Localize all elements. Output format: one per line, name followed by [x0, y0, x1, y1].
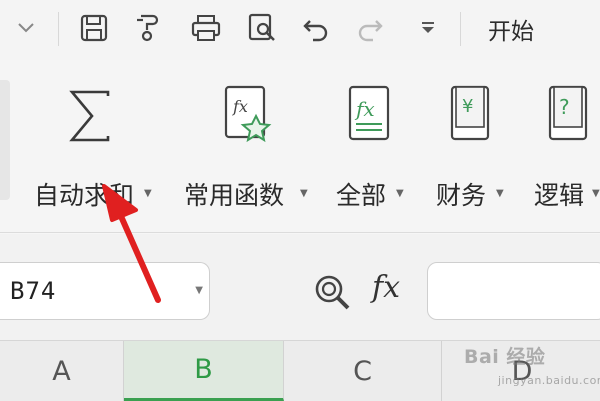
finance-label: 财务	[436, 181, 487, 210]
name-box[interactable]: B74 ▼	[0, 262, 210, 320]
formula-ribbon: 自动求和 ▼ fx 常用函数 ▼ fx 全部 ▼ ¥ 财务 ▼ ? 逻辑 ▼	[0, 60, 600, 233]
quick-access-toolbar: 开始	[0, 0, 600, 60]
toolbar-divider	[58, 12, 59, 46]
logic-icon: ?	[546, 84, 592, 148]
formula-input[interactable]	[427, 262, 600, 320]
formula-bar: B74 ▼ fx	[0, 234, 600, 340]
print-preview-icon[interactable]	[244, 8, 280, 48]
save-icon[interactable]	[76, 8, 112, 48]
undo-icon[interactable]	[298, 8, 334, 48]
all-functions-dropdown-icon[interactable]: ▼	[396, 188, 404, 199]
common-functions-dropdown-icon[interactable]: ▼	[300, 188, 308, 199]
common-functions-label: 常用函数	[184, 181, 285, 210]
finance-dropdown-icon[interactable]: ▼	[496, 188, 504, 199]
logic-label: 逻辑	[534, 181, 585, 210]
tab-start[interactable]: 开始	[488, 12, 534, 46]
common-functions-button[interactable]: fx 常用函数 ▼	[184, 82, 314, 232]
svg-text:fx: fx	[232, 97, 248, 116]
all-functions-icon: fx	[346, 84, 392, 148]
print-icon[interactable]	[188, 8, 224, 48]
logic-button[interactable]: ? 逻辑 ▼	[534, 82, 600, 232]
name-box-value: B74	[10, 277, 57, 305]
column-header-b[interactable]: B	[124, 341, 284, 401]
autosum-button[interactable]: 自动求和 ▼	[30, 82, 160, 232]
all-functions-button[interactable]: fx 全部 ▼	[336, 82, 416, 232]
insert-function-fx-icon[interactable]: fx	[372, 270, 400, 305]
column-header-c[interactable]: C	[284, 341, 442, 401]
toolbar-divider	[460, 12, 461, 46]
watermark-url: jingyan.baidu.com	[498, 374, 600, 387]
watermark-logo: Bai 经验	[464, 346, 546, 368]
ribbon-scroll-edge[interactable]	[0, 80, 10, 200]
logic-dropdown-icon[interactable]: ▼	[592, 188, 600, 199]
svg-text:fx: fx	[354, 97, 375, 121]
finance-icon: ¥	[448, 84, 494, 148]
autosum-dropdown-icon[interactable]: ▼	[144, 188, 152, 199]
name-box-dropdown-icon[interactable]: ▼	[195, 285, 203, 296]
column-header-a[interactable]: A	[0, 341, 124, 401]
zoom-search-icon[interactable]	[312, 272, 354, 318]
format-painter-icon[interactable]	[130, 8, 166, 48]
finance-button[interactable]: ¥ 财务 ▼	[436, 82, 516, 232]
svg-text:¥: ¥	[462, 96, 473, 117]
all-functions-label: 全部	[336, 181, 387, 210]
watermark: Bai 经验 jingyan.baidu.com	[464, 338, 600, 400]
more-dropdown-icon[interactable]	[410, 8, 446, 48]
autosum-label: 自动求和	[34, 181, 135, 210]
collapse-chevron-icon[interactable]	[8, 8, 44, 48]
common-functions-icon: fx	[222, 84, 272, 148]
svg-text:?: ?	[559, 95, 570, 119]
redo-icon[interactable]	[352, 8, 388, 48]
sum-icon	[68, 88, 114, 148]
